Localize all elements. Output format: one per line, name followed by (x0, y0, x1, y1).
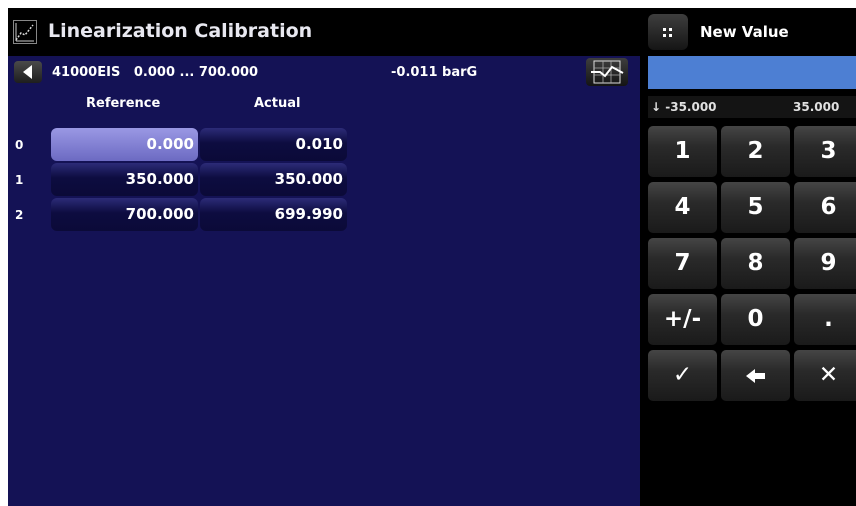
key-2[interactable]: 2 (721, 126, 790, 177)
sensor-id: 41000EIS (52, 65, 121, 80)
keypad-title: New Value (700, 23, 789, 41)
actual-cell[interactable]: 699.990 (200, 198, 347, 231)
reference-cell[interactable]: 700.000 (51, 198, 198, 231)
value-range: ↓ -35.000 35.000 (648, 96, 856, 118)
backspace-icon (745, 362, 767, 388)
title-bar: Linearization Calibration (8, 8, 640, 56)
range-max: 35.000 (793, 100, 840, 114)
confirm-button[interactable]: ✓ (648, 350, 717, 401)
keypad-panel: New Value ↓ -35.000 35.000 1 2 3 4 5 6 7… (640, 8, 856, 506)
backspace-button[interactable] (721, 350, 790, 401)
key-0[interactable]: 0 (721, 294, 790, 345)
key-6[interactable]: 6 (794, 182, 856, 233)
graph-button[interactable] (586, 58, 628, 86)
confirm-icon: ✓ (672, 362, 693, 388)
key-4[interactable]: 4 (648, 182, 717, 233)
row-index: 0 (15, 138, 24, 152)
key-7[interactable]: 7 (648, 238, 717, 289)
cancel-button[interactable]: ✕ (794, 350, 856, 401)
key-decimal[interactable]: . (794, 294, 856, 345)
actual-column-header: Actual (254, 96, 301, 111)
key-8[interactable]: 8 (721, 238, 790, 289)
value-input[interactable] (648, 56, 856, 89)
range-min: ↓ -35.000 (651, 100, 717, 114)
reference-column-header: Reference (86, 96, 161, 111)
key-9[interactable]: 9 (794, 238, 856, 289)
sensor-range: 0.000 ... 700.000 (133, 65, 259, 80)
row-index: 1 (15, 173, 24, 187)
reference-cell[interactable]: 0.000 (51, 128, 198, 161)
back-arrow-icon (23, 65, 32, 79)
pressure-reading: -0.011 barG (391, 65, 478, 80)
back-button[interactable] (14, 61, 42, 83)
actual-cell[interactable]: 0.010 (200, 128, 347, 161)
key-3[interactable]: 3 (794, 126, 856, 177)
graph-icon (591, 60, 624, 84)
screen: Linearization Calibration 41000EIS 0.000… (8, 8, 856, 506)
sensor-info: 41000EIS 0.000 ... 700.000 (52, 65, 258, 80)
key-plus-minus[interactable]: +/- (648, 294, 717, 345)
keypad-icon[interactable] (648, 14, 688, 50)
key-1[interactable]: 1 (648, 126, 717, 177)
page-title: Linearization Calibration (48, 20, 313, 42)
actual-cell[interactable]: 350.000 (200, 163, 347, 196)
row-index: 2 (15, 208, 24, 222)
cancel-icon: ✕ (818, 362, 839, 388)
calibration-panel: 41000EIS 0.000 ... 700.000 -0.011 barG R… (8, 56, 640, 506)
reference-cell[interactable]: 350.000 (51, 163, 198, 196)
key-5[interactable]: 5 (721, 182, 790, 233)
linearization-chart-icon (13, 20, 37, 44)
